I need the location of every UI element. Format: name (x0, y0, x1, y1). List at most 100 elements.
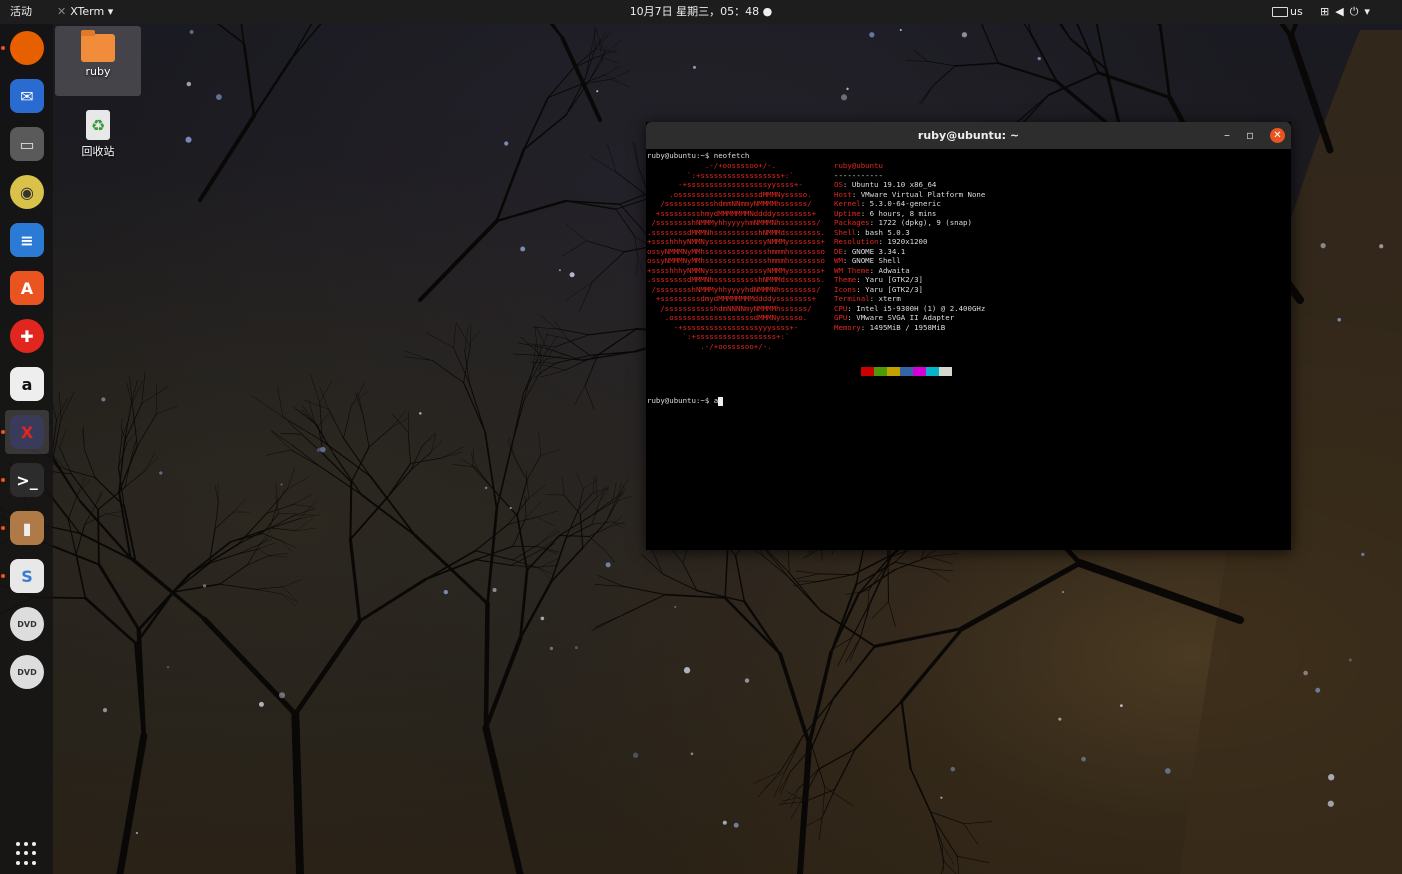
info-key: Icons (834, 284, 857, 294)
terminal-titlebar[interactable]: ruby@ubuntu: ~ – ▫ ✕ (646, 122, 1291, 149)
bokeh-star (202, 584, 207, 588)
bokeh-star (186, 81, 192, 87)
branch (126, 428, 140, 444)
branch (130, 379, 144, 406)
branch (596, 485, 609, 498)
branch (609, 491, 624, 503)
branch (536, 510, 558, 518)
dock-firefox[interactable] (1, 26, 49, 70)
desktop-trash[interactable]: ♻ 回收站 (55, 106, 141, 166)
dock-archive[interactable]: ▮ (1, 506, 49, 550)
info-value: 1495MiB / 1958MiB (869, 322, 946, 332)
bokeh-star (869, 32, 875, 38)
system-menu[interactable]: ⊞ ◀ ⏻ ▾ (1320, 0, 1376, 24)
bokeh-star (899, 28, 902, 32)
branch (413, 533, 490, 606)
info-row: WM: GNOME Shell (834, 256, 985, 266)
branch (819, 573, 854, 576)
trash-icon: ♻ (86, 110, 110, 140)
branch (141, 371, 146, 404)
bokeh-star (159, 471, 163, 475)
rhythmbox-icon: ◉ (10, 175, 44, 209)
grid-dot-icon (16, 842, 20, 846)
branch (528, 484, 546, 499)
branch (495, 199, 567, 223)
branch (594, 31, 607, 49)
branch (523, 367, 534, 402)
branch (292, 445, 322, 468)
terminal-icon: >_ (10, 463, 44, 497)
branch (188, 543, 239, 576)
branch (591, 502, 600, 525)
show-applications-button[interactable] (16, 842, 40, 866)
info-value: xterm (878, 294, 901, 303)
close-button[interactable]: ✕ (1270, 128, 1285, 143)
info-key: Theme (834, 275, 857, 284)
info-row: WM Theme: Adwaita (834, 266, 985, 276)
dock-remote[interactable]: S (1, 554, 49, 598)
branch (734, 554, 746, 603)
info-value: VMware SVGA II Adapter (856, 313, 955, 322)
branch (790, 788, 799, 809)
info-row: Memory: 1495MiB / 1958MiB (834, 323, 985, 333)
clock[interactable]: 10月7日 星期三，05：48 (630, 5, 760, 18)
branch (282, 586, 297, 601)
branch (1047, 71, 1100, 97)
info-key: OS (834, 180, 843, 189)
dock-dvd-2[interactable]: DVD (5, 650, 49, 694)
dock-thunderbird[interactable]: ✉ (5, 74, 49, 118)
grid-dot-icon (24, 851, 28, 856)
branch (67, 518, 77, 555)
separator: ----------- (834, 170, 883, 180)
bokeh-star (574, 646, 578, 650)
branch (547, 67, 574, 99)
info-row: Kernel: 5.3.0-64-generic (834, 199, 985, 209)
dock-amazon[interactable]: a (5, 362, 49, 406)
bokeh-star (1165, 768, 1171, 774)
branch (132, 406, 138, 447)
branch (136, 413, 157, 447)
bokeh-star (1061, 591, 1065, 594)
branch (75, 553, 87, 599)
bokeh-star (189, 30, 194, 34)
bokeh-star (1037, 56, 1041, 61)
info-value: Yaru [GTK2/3] (865, 275, 924, 284)
dock-libreoffice-writer[interactable]: ≡ (5, 218, 49, 262)
branch (526, 470, 529, 499)
dock-xterm[interactable]: X (1, 410, 49, 454)
app-menu[interactable]: ✕ XTerm ▾ (57, 0, 113, 24)
branch (265, 449, 292, 456)
dock-software[interactable]: A (5, 266, 49, 310)
terminal-output[interactable]: ruby@ubuntu:~$ neofetch .-/+oossssoo+/-.… (646, 149, 1291, 406)
bokeh-star (940, 796, 943, 799)
firefox-icon (10, 31, 44, 65)
keyboard-layout-indicator[interactable]: us (1272, 0, 1303, 24)
terminal-window[interactable]: ruby@ubuntu: ~ – ▫ ✕ ruby@ubuntu:~$ neof… (646, 122, 1291, 550)
maximize-button[interactable]: ▫ (1246, 122, 1254, 149)
dock-files[interactable]: ▭ (5, 122, 49, 166)
activities-button[interactable]: 活动 (10, 0, 32, 24)
branch (67, 493, 79, 520)
thunderbird-icon: ✉ (10, 79, 44, 113)
branch (318, 412, 330, 427)
dock-rhythmbox[interactable]: ◉ (5, 170, 49, 214)
bokeh-star (558, 269, 561, 272)
branch (578, 491, 594, 509)
desktop-home-folder[interactable]: ruby (55, 26, 141, 96)
branch (919, 85, 934, 104)
branch (532, 346, 551, 368)
bokeh-star (1120, 704, 1123, 707)
dock-terminal[interactable]: >_ (1, 458, 49, 502)
minimize-button[interactable]: – (1224, 122, 1230, 149)
bokeh-star (135, 831, 139, 835)
branch (214, 502, 219, 530)
dock-help[interactable]: ✚ (5, 314, 49, 358)
branch (258, 542, 276, 550)
info-separator: : (869, 294, 879, 303)
keyboard-layout-label: us (1290, 5, 1303, 18)
branch (391, 413, 409, 433)
branch (604, 550, 615, 562)
dock-dvd-1[interactable]: DVD (5, 602, 49, 646)
branch (594, 25, 596, 49)
running-indicator (1, 478, 5, 482)
